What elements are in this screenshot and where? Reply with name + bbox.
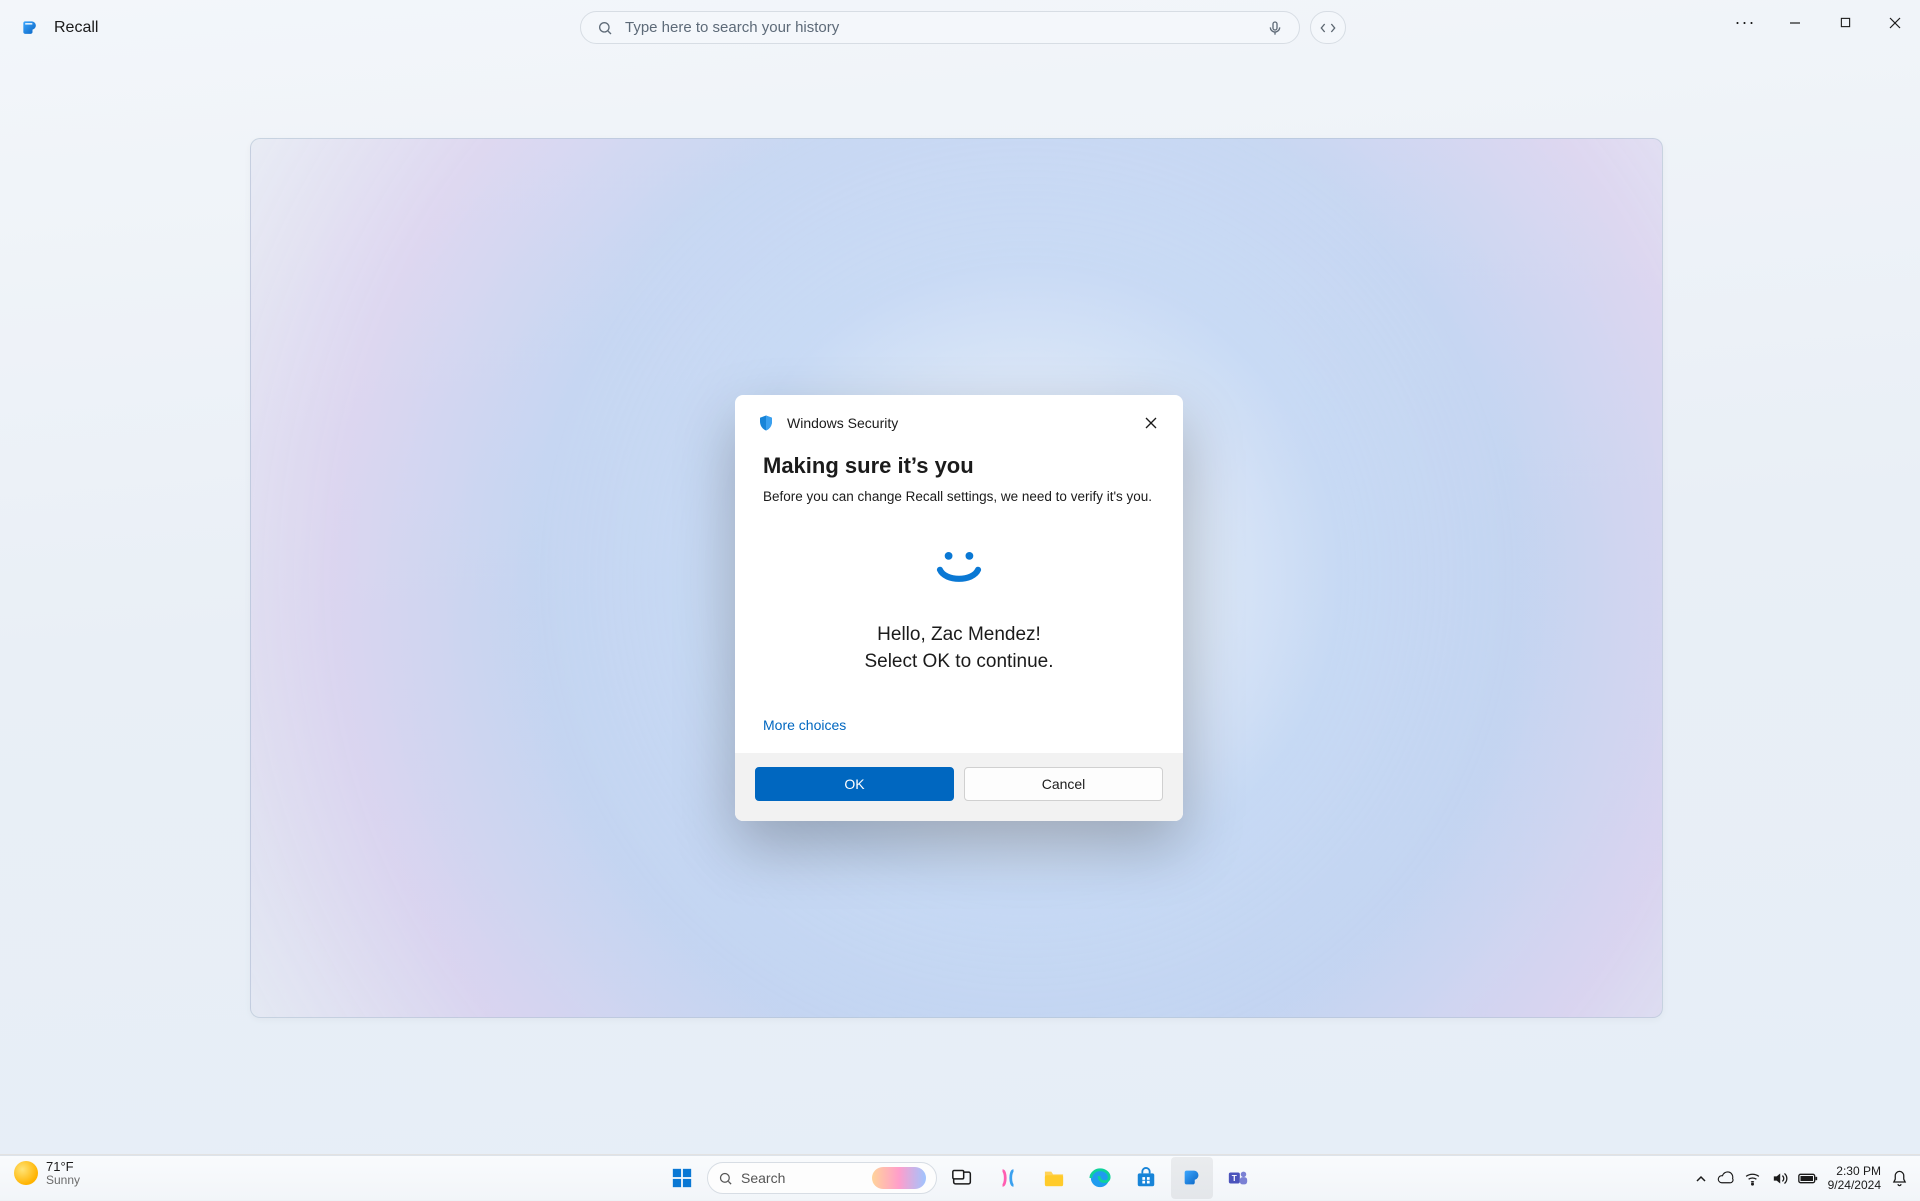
dialog-body: Making sure it’s you Before you can chan…	[735, 447, 1183, 753]
teams-icon: T	[1227, 1167, 1249, 1189]
hello-line-1: Hello, Zac Mendez!	[763, 622, 1155, 649]
windows-security-dialog: Windows Security Making sure it’s you Be…	[735, 395, 1183, 821]
dialog-subtitle: Before you can change Recall settings, w…	[763, 489, 1155, 504]
timeline-toggle-button[interactable]	[1310, 11, 1346, 44]
history-search-input[interactable]	[625, 19, 1267, 36]
windows-hello-face-icon	[763, 546, 1155, 590]
chevron-up-icon	[1695, 1173, 1707, 1185]
search-highlight-icon	[872, 1167, 926, 1189]
more-choices-link[interactable]: More choices	[763, 717, 846, 733]
minimize-button[interactable]	[1770, 0, 1820, 45]
shield-icon	[757, 414, 775, 432]
task-view-icon	[952, 1169, 972, 1187]
start-button[interactable]	[661, 1157, 703, 1199]
edge-icon	[1089, 1167, 1111, 1189]
folder-icon	[1043, 1168, 1065, 1188]
clock[interactable]: 2:30 PM 9/24/2024	[1828, 1165, 1881, 1191]
close-button[interactable]	[1870, 0, 1920, 45]
recall-title: Recall	[54, 19, 98, 37]
tray-overflow-button[interactable]	[1695, 1173, 1707, 1185]
file-explorer-button[interactable]	[1033, 1157, 1075, 1199]
taskbar-search-placeholder: Search	[741, 1170, 785, 1186]
recall-window: Recall ···	[0, 0, 1920, 1155]
recall-titlebar: Recall ···	[0, 0, 1920, 55]
weather-sun-icon	[14, 1161, 38, 1185]
edge-button[interactable]	[1079, 1157, 1121, 1199]
tray-date: 9/24/2024	[1828, 1179, 1881, 1192]
weather-widget[interactable]: 71°F Sunny	[14, 1160, 80, 1186]
dialog-title: Windows Security	[787, 415, 1137, 431]
speaker-icon	[1771, 1170, 1788, 1187]
store-icon	[1135, 1167, 1157, 1189]
volume-tray-icon[interactable]	[1771, 1170, 1788, 1187]
svg-text:T: T	[1232, 1174, 1237, 1183]
search-icon	[718, 1171, 733, 1186]
bell-icon	[1891, 1170, 1908, 1187]
recall-icon	[1181, 1167, 1203, 1189]
taskbar-center: Search	[661, 1157, 1259, 1199]
search-icon	[597, 20, 613, 36]
maximize-button[interactable]	[1820, 0, 1870, 45]
copilot-icon	[997, 1167, 1019, 1189]
weather-temp: 71°F	[46, 1160, 80, 1174]
notifications-button[interactable]	[1891, 1170, 1908, 1187]
dialog-footer: OK Cancel	[735, 753, 1183, 821]
ok-button[interactable]: OK	[755, 767, 954, 801]
store-button[interactable]	[1125, 1157, 1167, 1199]
hello-greeting: Hello, Zac Mendez! Select OK to continue…	[763, 622, 1155, 675]
timeline-icon	[1320, 21, 1336, 35]
taskbar: 71°F Sunny Search	[0, 1155, 1920, 1200]
teams-button[interactable]: T	[1217, 1157, 1259, 1199]
more-options-button[interactable]: ···	[1720, 0, 1770, 45]
onedrive-tray-icon[interactable]	[1717, 1170, 1734, 1187]
weather-condition: Sunny	[46, 1174, 80, 1187]
battery-tray-icon[interactable]	[1798, 1172, 1818, 1185]
dialog-header: Windows Security	[735, 395, 1183, 447]
taskbar-search[interactable]: Search	[707, 1162, 937, 1194]
close-icon	[1145, 417, 1157, 429]
history-search-field[interactable]	[580, 11, 1300, 44]
mic-icon[interactable]	[1267, 20, 1283, 36]
hello-line-2: Select OK to continue.	[763, 649, 1155, 676]
recall-taskbar-button[interactable]	[1171, 1157, 1213, 1199]
battery-icon	[1798, 1172, 1818, 1185]
recall-glyph-icon	[20, 18, 40, 38]
system-tray: 2:30 PM 9/24/2024	[1695, 1156, 1908, 1201]
dialog-heading: Making sure it’s you	[763, 453, 1155, 479]
windows-logo-icon	[671, 1167, 693, 1189]
dialog-close-button[interactable]	[1137, 409, 1165, 437]
task-view-button[interactable]	[941, 1157, 983, 1199]
cancel-button[interactable]: Cancel	[964, 767, 1163, 801]
wifi-icon	[1744, 1170, 1761, 1187]
cloud-icon	[1717, 1170, 1734, 1187]
tray-time: 2:30 PM	[1828, 1165, 1881, 1178]
wifi-tray-icon[interactable]	[1744, 1170, 1761, 1187]
window-controls: ···	[1720, 0, 1920, 45]
copilot-button[interactable]	[987, 1157, 1029, 1199]
recall-logo-icon	[18, 16, 42, 40]
